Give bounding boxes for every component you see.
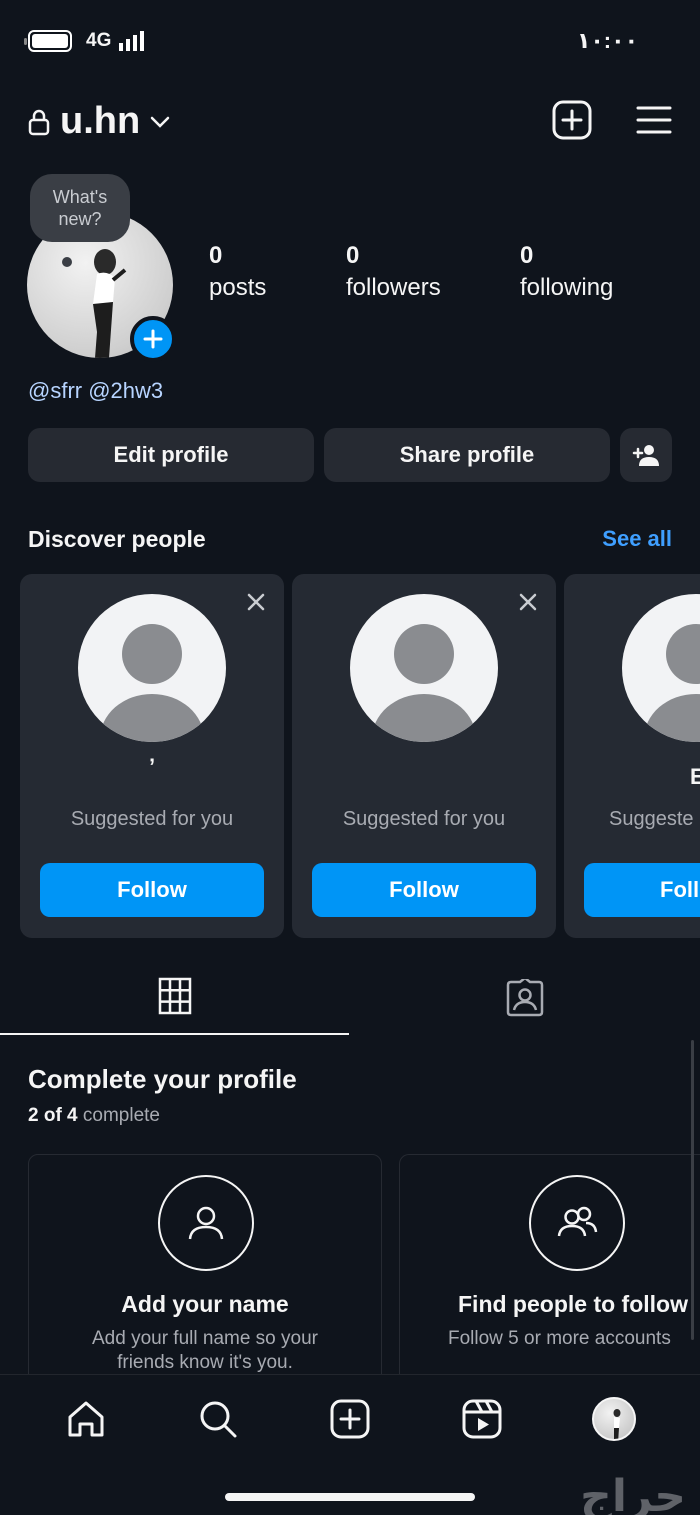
- suggestion-card[interactable]: ’ Suggested for you Follow: [20, 574, 284, 938]
- people-icon: [529, 1175, 625, 1271]
- suggestion-subtitle: Suggested for you: [70, 808, 234, 830]
- share-profile-button[interactable]: Share profile: [324, 428, 610, 482]
- card-title: Find people to follow: [458, 1291, 688, 1317]
- status-time: ١٠:٠٠: [576, 28, 638, 53]
- suggestion-card[interactable]: Suggested for you Follow: [292, 574, 556, 938]
- card-description-line: Add your full name so your: [91, 1328, 318, 1349]
- plus-icon: [143, 329, 163, 349]
- complete-profile-progress: 2 of 4 complete: [28, 1105, 160, 1127]
- card-description-line: Follow 5 or more accounts: [448, 1328, 671, 1349]
- default-avatar: [622, 594, 700, 742]
- reels-icon: [462, 1399, 502, 1439]
- tab-tagged[interactable]: [506, 976, 544, 1022]
- card-description: Add your full name so your friends know …: [29, 1327, 381, 1375]
- header-actions: [552, 100, 672, 140]
- tab-grid[interactable]: [158, 977, 192, 1020]
- note-bubble[interactable]: What's new?: [30, 174, 130, 242]
- lock-icon: [28, 109, 50, 135]
- nav-profile[interactable]: [590, 1395, 638, 1443]
- edit-profile-button[interactable]: Edit profile: [28, 428, 314, 482]
- follow-button[interactable]: Follow: [40, 863, 264, 917]
- nav-home[interactable]: [62, 1395, 110, 1443]
- follow-button[interactable]: Follow: [312, 863, 536, 917]
- stat-label: following: [520, 274, 614, 301]
- discover-people-button[interactable]: [620, 428, 672, 482]
- chevron-down-icon: [150, 116, 170, 128]
- add-name-card[interactable]: Add your name Add your full name so your…: [28, 1154, 382, 1394]
- search-icon: [200, 1401, 237, 1438]
- stat-value: 0: [520, 242, 534, 269]
- card-description-line: friends know it's you.: [117, 1352, 293, 1373]
- discover-people-title: Discover people: [28, 526, 206, 552]
- add-story-button[interactable]: [130, 316, 176, 362]
- stat-following[interactable]: 0 following: [520, 242, 613, 306]
- card-title: Add your name: [121, 1291, 289, 1317]
- complete-profile-title: Complete your profile: [28, 1064, 297, 1094]
- nav-search[interactable]: [194, 1395, 242, 1443]
- follow-button[interactable]: Foll: [584, 863, 700, 917]
- new-post-icon[interactable]: [552, 100, 592, 140]
- home-indicator[interactable]: [225, 1493, 475, 1501]
- battery-icon: [24, 30, 72, 52]
- default-avatar: [350, 594, 498, 742]
- create-icon: [330, 1399, 370, 1439]
- nav-create[interactable]: [326, 1395, 374, 1443]
- see-all-link[interactable]: See all: [602, 526, 672, 552]
- stat-label: posts: [209, 274, 267, 301]
- add-person-icon: [632, 445, 659, 466]
- close-icon[interactable]: [518, 592, 538, 612]
- bottom-nav: حراج: [0, 1374, 700, 1515]
- watermark: حراج: [580, 1471, 686, 1515]
- stat-value: 0: [346, 242, 360, 269]
- suggestion-subtitle: Suggeste: [609, 808, 694, 830]
- active-tab-indicator: [0, 1033, 349, 1035]
- signal-icon: [119, 31, 145, 51]
- card-description: Follow 5 or more accounts: [448, 1327, 671, 1351]
- tagged-icon: [506, 976, 544, 1017]
- person-icon: [158, 1175, 254, 1271]
- menu-icon[interactable]: [636, 104, 672, 136]
- stat-posts[interactable]: 0 posts: [209, 242, 266, 306]
- suggestion-name: ’: [148, 754, 156, 779]
- stat-value: 0: [209, 242, 223, 269]
- progress-count: 2 of 4: [28, 1105, 78, 1126]
- close-icon[interactable]: [246, 592, 266, 612]
- stat-label: followers: [346, 274, 441, 301]
- nav-reels[interactable]: [458, 1395, 506, 1443]
- stat-followers[interactable]: 0 followers: [346, 242, 441, 306]
- bio-mentions[interactable]: @sfrr @2hw3: [28, 378, 163, 404]
- suggestion-card[interactable]: E Suggeste Foll: [564, 574, 700, 938]
- note-bubble-dot: [62, 257, 72, 267]
- status-bar-left: 4G: [24, 30, 145, 52]
- find-people-card[interactable]: Find people to follow Follow 5 or more a…: [399, 1154, 700, 1394]
- account-switcher[interactable]: u.hn: [28, 100, 170, 143]
- profile-avatar: [592, 1397, 636, 1441]
- suggestion-name: E: [690, 764, 700, 789]
- username: u.hn: [60, 100, 141, 142]
- default-avatar: [78, 594, 226, 742]
- suggestion-subtitle: Suggested for you: [342, 808, 506, 830]
- grid-icon: [158, 977, 192, 1015]
- home-icon: [68, 1401, 104, 1437]
- scrollbar[interactable]: [691, 1040, 694, 1340]
- network-type: 4G: [86, 30, 112, 51]
- progress-suffix: complete: [82, 1105, 161, 1126]
- note-bubble-text: What's new?: [52, 187, 108, 229]
